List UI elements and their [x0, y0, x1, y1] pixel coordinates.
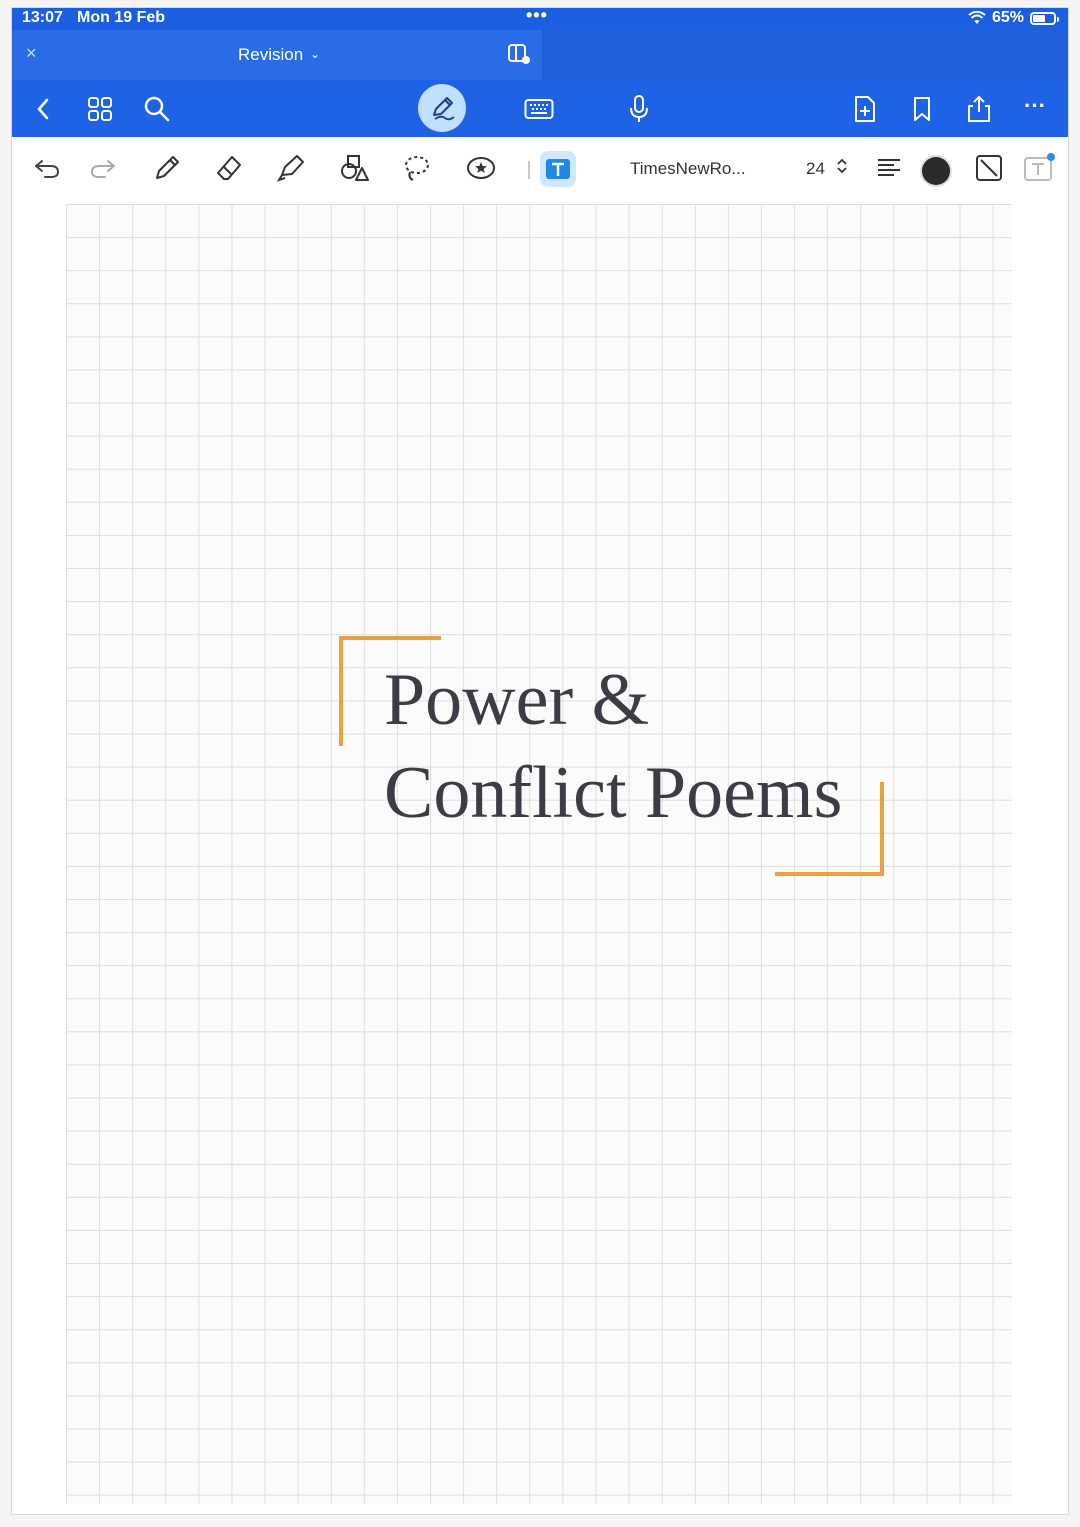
tablet-screen: 13:07 Mon 19 Feb ••• 65% × Revision ⌄ ··…	[12, 8, 1068, 1514]
bracket-bottom-right-vertical	[880, 782, 884, 876]
microphone-icon[interactable]	[624, 94, 654, 124]
undo-icon[interactable]	[30, 151, 64, 185]
pen-mode-icon	[427, 93, 457, 123]
bracket-top-left-vertical	[339, 636, 343, 746]
font-name-selector[interactable]: TimesNewRo...	[630, 159, 746, 179]
tools-bar: TimesNewRo... 24	[12, 137, 1068, 199]
bookmark-icon[interactable]	[907, 94, 937, 124]
close-tab-icon[interactable]: ×	[26, 43, 37, 64]
text-tool-button[interactable]	[540, 151, 576, 187]
title-line-2: Conflict Poems	[384, 752, 843, 834]
tab-title[interactable]: Revision	[238, 45, 303, 65]
search-icon[interactable]	[142, 94, 172, 124]
shapes-icon[interactable]	[338, 151, 372, 185]
title-line-1: Power &	[384, 659, 650, 741]
redo-icon[interactable]	[86, 151, 120, 185]
grid-icon[interactable]	[85, 94, 115, 124]
add-page-icon[interactable]	[850, 94, 880, 124]
share-icon[interactable]	[964, 94, 994, 124]
split-view-icon[interactable]	[507, 43, 531, 65]
multitasking-dots-icon[interactable]: •••	[526, 8, 548, 26]
back-icon[interactable]	[28, 94, 58, 124]
text-color-swatch[interactable]	[922, 157, 950, 185]
text-box-icon	[544, 157, 572, 181]
main-toolbar: ···	[12, 80, 1068, 137]
note-page[interactable]: Power & Conflict Poems	[66, 204, 1012, 1504]
tab-bar: × Revision ⌄	[12, 30, 1068, 80]
chevron-down-icon[interactable]: ⌄	[310, 47, 320, 61]
pen-tool-icon[interactable]	[150, 151, 184, 185]
text-style-icon[interactable]	[972, 151, 1006, 185]
sticker-icon[interactable]	[464, 151, 498, 185]
tab-revision[interactable]: × Revision ⌄	[12, 30, 542, 80]
more-icon[interactable]: ···	[1020, 91, 1050, 121]
text-align-icon[interactable]	[872, 151, 906, 185]
battery-percent: 65%	[991, 9, 1024, 26]
bracket-top-left	[339, 636, 441, 640]
lasso-icon[interactable]	[400, 151, 434, 185]
font-size-stepper-icon[interactable]	[836, 157, 848, 175]
text-box-settings-icon[interactable]	[1022, 151, 1056, 185]
highlighter-icon[interactable]	[274, 151, 308, 185]
battery-icon	[1030, 11, 1059, 25]
wifi-icon	[968, 11, 986, 25]
status-indicators: 65%	[968, 9, 1059, 27]
eraser-icon[interactable]	[212, 151, 246, 185]
battery-level-fill	[1033, 14, 1045, 22]
status-bar: 13:07 Mon 19 Feb ••• 65%	[12, 8, 1068, 30]
bracket-bottom-right	[775, 872, 884, 876]
keyboard-icon[interactable]	[524, 94, 554, 124]
toolbar-separator	[528, 161, 530, 179]
font-size-value[interactable]: 24	[806, 159, 825, 179]
pen-mode-button[interactable]	[418, 84, 466, 132]
status-time: 13:07	[22, 9, 63, 26]
status-date: Mon 19 Feb	[77, 9, 166, 26]
